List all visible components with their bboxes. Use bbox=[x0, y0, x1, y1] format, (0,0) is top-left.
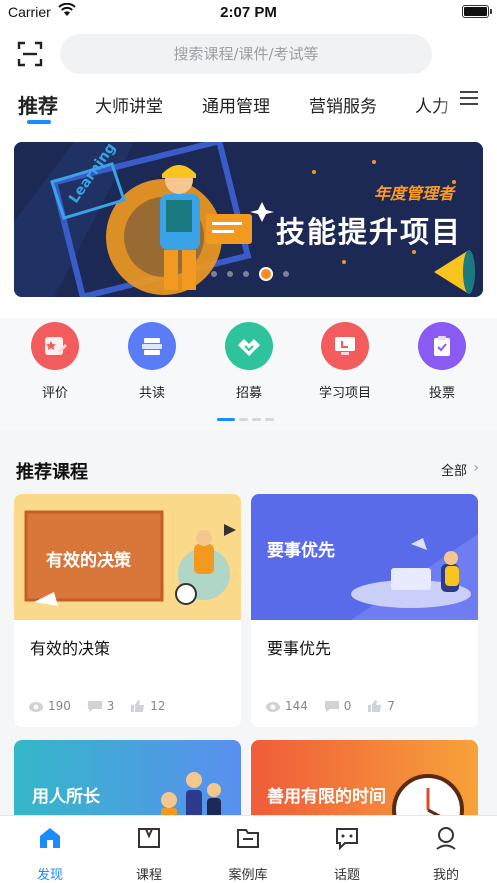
chevron-right-icon[interactable]: › bbox=[473, 460, 479, 476]
active-tab-indicator bbox=[27, 120, 51, 124]
views-stat: 144 bbox=[265, 699, 308, 713]
views-stat: 190 bbox=[28, 699, 71, 713]
search-input[interactable]: 搜索课程/课件/考试等 bbox=[60, 34, 432, 74]
nav-item-courses[interactable]: 课程 bbox=[109, 824, 189, 883]
banner-page-dot[interactable] bbox=[259, 267, 273, 281]
chat-icon bbox=[336, 828, 358, 851]
battery-icon bbox=[462, 5, 492, 18]
thumbs-up-icon bbox=[131, 699, 145, 712]
banner-section: Learning 年度管理者 技能提升项目 bbox=[0, 132, 497, 318]
nav-label: 我的 bbox=[432, 868, 459, 883]
category-tabs: 推荐 大师讲堂 通用管理 营销服务 人力 bbox=[0, 82, 497, 132]
rating-icon bbox=[31, 322, 79, 370]
quick-item-rating[interactable]: 评价 bbox=[15, 322, 95, 401]
tab-general-management[interactable]: 通用管理 bbox=[202, 92, 270, 117]
comments-count: 3 bbox=[106, 698, 115, 713]
course-title: 要事优先 bbox=[267, 639, 332, 658]
comments-stat: 3 bbox=[87, 698, 115, 713]
nav-label: 课程 bbox=[135, 868, 162, 883]
banner-subtitle: 年度管理者 bbox=[374, 184, 455, 203]
banner-page-dot[interactable] bbox=[243, 271, 249, 277]
status-time: 2:07 PM bbox=[220, 4, 277, 21]
comments-stat: 0 bbox=[324, 698, 352, 713]
tab-marketing-service[interactable]: 营销服务 bbox=[309, 92, 377, 117]
recommended-section: 推荐课程 全部 › 有效的决策 有效的决策 190 3 12 要事优先 要事优先… bbox=[0, 430, 497, 820]
course-cover bbox=[14, 740, 241, 820]
nav-label: 发现 bbox=[36, 868, 63, 883]
top-bar: 搜索课程/课件/考试等 bbox=[0, 26, 497, 82]
course-card[interactable]: 要事优先 要事优先 144 0 7 bbox=[251, 494, 478, 727]
quick-label: 共读 bbox=[138, 386, 165, 401]
banner-page-dot[interactable] bbox=[283, 271, 289, 277]
promo-banner[interactable]: Learning 年度管理者 技能提升项目 bbox=[14, 142, 483, 297]
menu-icon[interactable] bbox=[459, 88, 479, 108]
view-all-link[interactable]: 全部 bbox=[441, 460, 467, 479]
books-icon bbox=[128, 322, 176, 370]
quick-page-dot bbox=[252, 418, 261, 421]
views-count: 190 bbox=[48, 698, 71, 713]
quick-label: 招募 bbox=[235, 386, 262, 401]
views-count: 144 bbox=[285, 698, 308, 713]
course-cover bbox=[251, 740, 478, 820]
comments-count: 0 bbox=[343, 698, 352, 713]
cover-title: 善用有限的时间 bbox=[267, 787, 386, 807]
quick-label: 投票 bbox=[428, 386, 455, 401]
cover-title: 要事优先 bbox=[267, 541, 335, 561]
nav-item-mine[interactable]: 我的 bbox=[406, 824, 486, 883]
cover-title: 有效的决策 bbox=[46, 551, 131, 571]
tab-recommended[interactable]: 推荐 bbox=[18, 90, 58, 119]
likes-count: 7 bbox=[387, 698, 395, 713]
handshake-icon bbox=[225, 322, 273, 370]
course-title: 有效的决策 bbox=[30, 639, 111, 658]
monitor-icon bbox=[321, 322, 369, 370]
course-stats: 144 0 7 bbox=[265, 698, 407, 713]
eye-icon bbox=[266, 701, 280, 712]
eye-icon bbox=[29, 701, 43, 712]
tab-master-lecture[interactable]: 大师讲堂 bbox=[95, 92, 163, 117]
likes-stat: 7 bbox=[367, 699, 395, 713]
course-card[interactable]: 有效的决策 有效的决策 190 3 12 bbox=[14, 494, 241, 727]
banner-page-dot[interactable] bbox=[227, 271, 233, 277]
quick-item-vote[interactable]: 投票 bbox=[402, 322, 482, 401]
clipboard-icon bbox=[418, 322, 466, 370]
course-card[interactable]: 用人所长 bbox=[14, 740, 241, 820]
likes-stat: 12 bbox=[130, 699, 165, 713]
scan-icon[interactable] bbox=[16, 40, 44, 68]
quick-item-learning-project[interactable]: 学习项目 bbox=[305, 322, 385, 401]
quick-page-dot bbox=[265, 418, 274, 421]
cover-title: 用人所长 bbox=[32, 787, 100, 807]
quick-entries: 评价 共读 招募 学习项目 投票 bbox=[0, 318, 497, 430]
comment-icon bbox=[87, 700, 102, 712]
comment-icon bbox=[324, 700, 339, 712]
nav-item-topics[interactable]: 话题 bbox=[307, 824, 387, 883]
quick-item-recruit[interactable]: 招募 bbox=[209, 322, 289, 401]
profile-icon bbox=[436, 827, 456, 850]
thumbs-up-icon bbox=[368, 699, 382, 712]
home-icon bbox=[40, 828, 60, 848]
bottom-nav: 发现 课程 案例库 话题 我的 bbox=[0, 815, 497, 883]
quick-label: 评价 bbox=[41, 386, 68, 401]
quick-label: 学习项目 bbox=[318, 386, 371, 401]
section-title: 推荐课程 bbox=[16, 462, 88, 483]
quick-page-dot bbox=[239, 418, 248, 421]
nav-label: 话题 bbox=[333, 868, 360, 883]
folder-icon bbox=[237, 829, 259, 848]
status-bar: Carrier 2:07 PM bbox=[0, 0, 497, 26]
likes-count: 12 bbox=[150, 698, 166, 713]
banner-title: 技能提升项目 bbox=[276, 215, 463, 249]
quick-page-dot bbox=[217, 418, 235, 421]
course-stats: 190 3 12 bbox=[28, 698, 177, 713]
quick-item-reading[interactable]: 共读 bbox=[112, 322, 192, 401]
nav-item-discover[interactable]: 发现 bbox=[10, 824, 90, 883]
nav-label: 案例库 bbox=[228, 868, 268, 883]
course-card[interactable]: 善用有限的时间 bbox=[251, 740, 478, 820]
banner-page-dot[interactable] bbox=[211, 271, 217, 277]
book-icon bbox=[138, 828, 160, 848]
nav-item-case-library[interactable]: 案例库 bbox=[208, 824, 288, 883]
